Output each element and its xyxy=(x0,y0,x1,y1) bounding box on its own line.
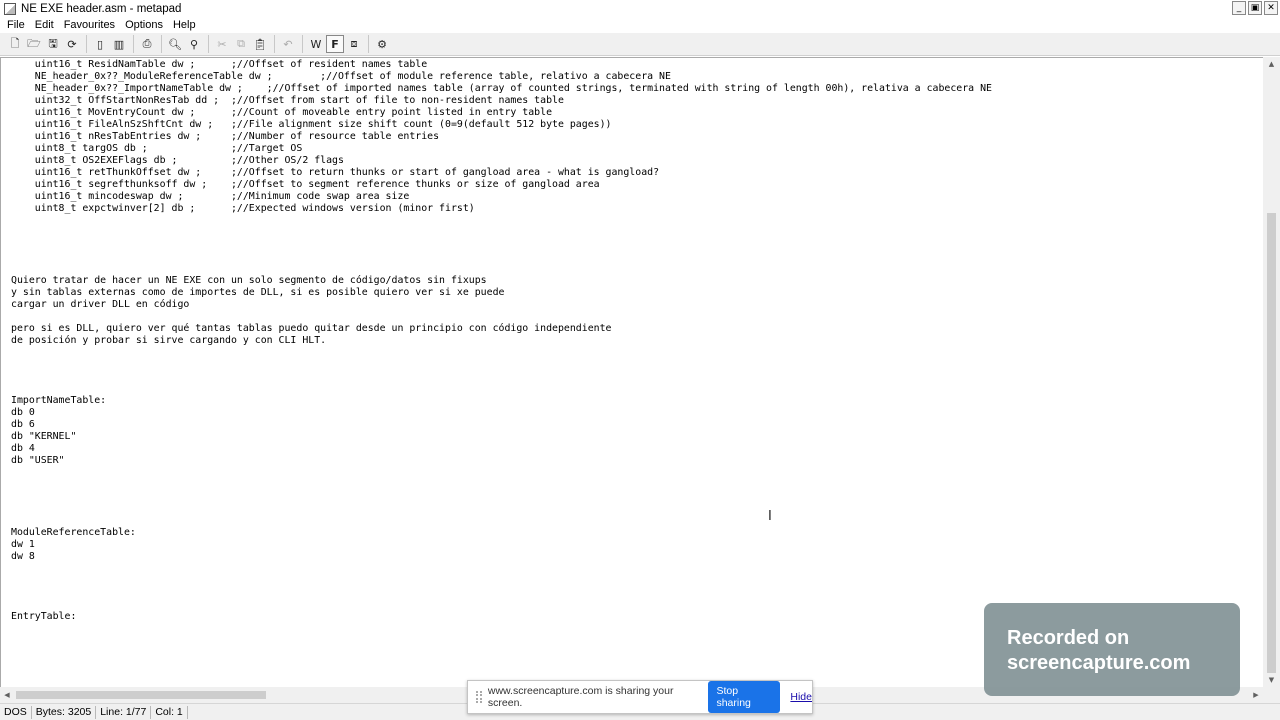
maximize-button[interactable]: ▣ xyxy=(1248,1,1262,15)
hide-link[interactable]: Hide xyxy=(790,691,812,703)
view-icon[interactable]: ▯ xyxy=(91,35,109,53)
open-file-icon[interactable]: 🗁 xyxy=(25,35,43,53)
title-bar: NE EXE header.asm - metapad _ ▣ ✕ xyxy=(0,0,1280,17)
word-wrap-icon[interactable]: W xyxy=(307,35,325,53)
menu-edit[interactable]: Edit xyxy=(30,17,59,33)
app-icon xyxy=(4,2,16,15)
status-format: DOS xyxy=(0,705,32,719)
status-col: Col: 1 xyxy=(151,705,188,719)
drag-handle-icon[interactable] xyxy=(476,691,482,703)
text-cursor-icon: I xyxy=(768,509,772,524)
settings-icon[interactable]: ⚙ xyxy=(373,35,391,53)
save-icon[interactable]: 🖫 xyxy=(44,35,62,53)
text-editor[interactable]: uint16_t ResidNamTable dw ; ;//Offset of… xyxy=(0,57,1263,687)
undo-icon[interactable]: ↶ xyxy=(279,35,297,53)
close-button[interactable]: ✕ xyxy=(1264,1,1278,15)
scroll-right-icon[interactable]: ▶ xyxy=(1249,687,1263,703)
refresh-icon[interactable]: ⟳ xyxy=(63,35,81,53)
cut-icon[interactable]: ✂ xyxy=(213,35,231,53)
menu-help[interactable]: Help xyxy=(168,17,201,33)
recording-watermark: Recorded on screencapture.com xyxy=(984,603,1240,696)
toolbar: 🗋 🗁 🖫 ⟳ ▯ ▥ ⎙ 🔍︎ ⚲ ✂ ⧉ 📋︎ ↶ W F ⧈ ⚙ xyxy=(0,33,1280,56)
menu-file[interactable]: File xyxy=(2,17,30,33)
editor-text[interactable]: uint16_t ResidNamTable dw ; ;//Offset of… xyxy=(11,59,992,623)
toolbar-separator xyxy=(302,35,303,53)
toolbar-separator xyxy=(274,35,275,53)
scroll-left-icon[interactable]: ◀ xyxy=(0,687,14,703)
menu-favourites[interactable]: Favourites xyxy=(59,17,120,33)
properties-icon[interactable]: ▥ xyxy=(110,35,128,53)
toolbar-separator xyxy=(208,35,209,53)
window-title: NE EXE header.asm - metapad xyxy=(21,2,182,15)
find-icon[interactable]: 🔍︎ xyxy=(166,35,184,53)
toolbar-separator xyxy=(368,35,369,53)
watermark-line-2: screencapture.com xyxy=(1007,652,1191,674)
toolbar-separator xyxy=(133,35,134,53)
new-file-icon[interactable]: 🗋 xyxy=(6,35,24,53)
paste-icon[interactable]: 📋︎ xyxy=(251,35,269,53)
font-icon[interactable]: F xyxy=(326,35,344,53)
menu-options[interactable]: Options xyxy=(120,17,168,33)
scrollbar-corner xyxy=(1263,687,1280,703)
stop-sharing-button[interactable]: Stop sharing xyxy=(708,681,781,713)
status-line: Line: 1/77 xyxy=(96,705,152,719)
menu-bar: File Edit Favourites Options Help xyxy=(0,17,1280,33)
vertical-scroll-thumb[interactable] xyxy=(1267,213,1276,673)
toolbar-separator xyxy=(86,35,87,53)
minimize-button[interactable]: _ xyxy=(1232,1,1246,15)
share-notice: www.screencapture.com is sharing your sc… xyxy=(487,685,674,709)
toolbar-separator xyxy=(161,35,162,53)
scroll-up-icon[interactable]: ▲ xyxy=(1263,57,1280,71)
watermark-line-1: Recorded on xyxy=(1007,627,1130,649)
scroll-down-icon[interactable]: ▼ xyxy=(1263,673,1280,687)
always-on-top-icon[interactable]: ⧈ xyxy=(345,35,363,53)
vertical-scrollbar[interactable]: ▲ ▼ xyxy=(1263,57,1280,687)
replace-icon[interactable]: ⚲ xyxy=(185,35,203,53)
screen-share-bar: www.screencapture.com is sharing your sc… xyxy=(467,680,813,714)
horizontal-scroll-thumb[interactable] xyxy=(16,691,266,699)
window-controls: _ ▣ ✕ xyxy=(1232,1,1278,15)
status-bytes: Bytes: 3205 xyxy=(32,705,97,719)
print-icon[interactable]: ⎙ xyxy=(138,35,156,53)
copy-icon[interactable]: ⧉ xyxy=(232,35,250,53)
